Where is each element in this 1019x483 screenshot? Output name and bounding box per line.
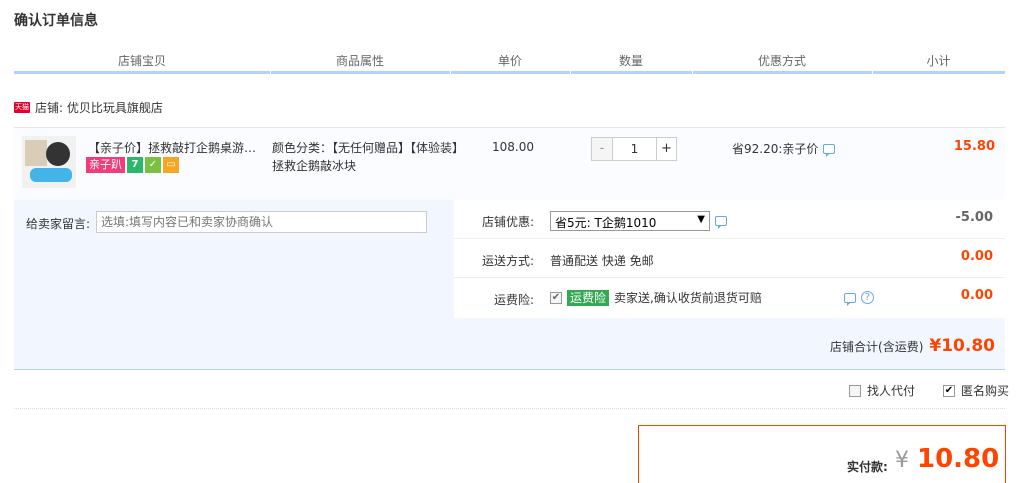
message-icon[interactable]	[843, 292, 856, 306]
payment-summary: 实付款: ¥ 10.80	[638, 425, 1006, 483]
col-divider	[872, 70, 873, 74]
help-icon[interactable]: ?	[860, 291, 874, 304]
memo-input[interactable]	[96, 211, 427, 233]
thumb-ring-shape	[46, 142, 70, 166]
shop-total: 店铺合计(含运费) ¥10.80	[830, 336, 995, 356]
col-unit-price: 单价	[497, 54, 522, 68]
discount-info: 省92.20:亲子价	[732, 140, 836, 157]
shipping-row: 运送方式: 普通配送 快递 免邮 0.00	[454, 239, 1005, 278]
product-tags: 亲子趴 7 ✓ ▭	[86, 157, 179, 173]
quantity-input[interactable]: 1	[612, 138, 656, 160]
anonymous-checkbox[interactable]: ✔	[942, 384, 955, 397]
insurance-text: 卖家送,确认收货前退货可赔	[614, 291, 762, 305]
order-detail-panel: 给卖家留言: 店铺优惠: 省5元: T企鹅1010 ▼ -5.00 运送方式: …	[14, 200, 1005, 370]
thumb-box-shape	[25, 140, 47, 166]
shop-discount-value: -5.00	[955, 210, 993, 225]
message-icon[interactable]	[715, 216, 727, 229]
col-divider	[692, 70, 693, 74]
shipping-value: 0.00	[960, 249, 993, 264]
col-divider	[270, 70, 271, 74]
unit-price: 108.00	[492, 140, 534, 154]
shipping-label: 运送方式:	[482, 254, 535, 268]
insurance-value: 0.00	[960, 288, 993, 303]
order-item-row: 【亲子价】拯救敲打企鹅桌游冰块破冰游戏 亲子趴 7 ✓ ▭ 颜色分类：【无任何赠…	[14, 127, 1005, 200]
insurance-checkbox[interactable]: ✔	[550, 291, 562, 304]
shop-total-label: 店铺合计(含运费)	[830, 340, 924, 354]
shop-total-amount: ¥10.80	[929, 336, 995, 356]
tmall-icon: 天猫	[14, 101, 30, 113]
shop-discount-select[interactable]: 省5元: T企鹅1010 ▼	[550, 211, 710, 231]
page-title: 确认订单信息	[14, 13, 98, 29]
seven-day-return-icon: 7	[127, 157, 143, 173]
shop-line: 天猫 店铺: 优贝比玩具旗舰店	[14, 98, 163, 116]
product-thumbnail[interactable]	[22, 136, 76, 188]
quantity-minus-button[interactable]: -	[592, 138, 612, 160]
divider	[14, 408, 1005, 409]
find-payer-label: 找人代付	[866, 384, 915, 398]
col-divider	[570, 70, 571, 74]
shop-discount-content: 省5元: T企鹅1010 ▼	[550, 211, 727, 231]
find-payer-option[interactable]: 找人代付	[848, 382, 915, 399]
shop-options-panel: 店铺优惠: 省5元: T企鹅1010 ▼ -5.00 运送方式: 普通配送 快递…	[454, 200, 1005, 318]
quantity-plus-button[interactable]: +	[656, 138, 676, 160]
product-title-link[interactable]: 【亲子价】拯救敲打企鹅桌游冰块破冰游戏	[88, 139, 266, 156]
quantity-stepper: - 1 +	[591, 137, 677, 161]
insurance-row: 运费险: ✔ 运费险 卖家送,确认收货前退货可赔 ? 0.00	[454, 278, 1005, 317]
qinzi-tag: 亲子趴	[86, 157, 125, 173]
item-subtotal: 15.80	[953, 139, 995, 154]
shipping-method: 普通配送 快递 免邮	[550, 254, 654, 268]
col-shop-item: 店铺宝贝	[117, 54, 166, 68]
anonymous-option[interactable]: ✔ 匿名购买	[942, 382, 1009, 399]
column-header: 店铺宝贝 商品属性 单价 数量 优惠方式 小计	[14, 44, 1005, 74]
guarantee-icon: ✓	[145, 157, 161, 173]
memo-label: 给卖家留言:	[26, 217, 91, 231]
col-attributes: 商品属性	[335, 54, 384, 68]
insurance-content: ✔ 运费险 卖家送,确认收货前退货可赔 ?	[550, 289, 874, 306]
payment-label: 实付款:	[847, 460, 888, 474]
shop-name[interactable]: 店铺: 优贝比玩具旗舰店	[35, 99, 163, 116]
product-attributes: 颜色分类：【无任何赠品】【体验装】拯救企鹅敲冰块	[272, 141, 459, 173]
insurance-label: 运费险:	[494, 293, 535, 307]
currency-symbol: ¥	[895, 448, 909, 473]
col-discount: 优惠方式	[757, 54, 806, 68]
col-divider	[450, 70, 451, 74]
col-subtotal: 小计	[926, 54, 951, 68]
discount-text: 省92.20:亲子价	[732, 142, 819, 156]
chevron-down-icon: ▼	[697, 214, 705, 225]
shop-discount-label: 店铺优惠:	[482, 215, 535, 229]
shop-discount-row: 店铺优惠: 省5元: T企鹅1010 ▼ -5.00	[454, 200, 1005, 239]
find-payer-checkbox[interactable]	[848, 384, 861, 397]
thumb-base-shape	[30, 168, 72, 182]
payment-amount: 10.80	[917, 444, 1000, 474]
message-icon[interactable]	[823, 143, 836, 157]
shop-discount-selected: 省5元: T企鹅1010	[555, 216, 657, 230]
anonymous-label: 匿名购买	[960, 384, 1009, 398]
credit-card-icon: ▭	[163, 157, 179, 173]
col-quantity: 数量	[618, 54, 643, 68]
payment-options: 找人代付 ✔ 匿名购买	[848, 382, 1009, 399]
insurance-badge: 运费险	[567, 289, 610, 306]
